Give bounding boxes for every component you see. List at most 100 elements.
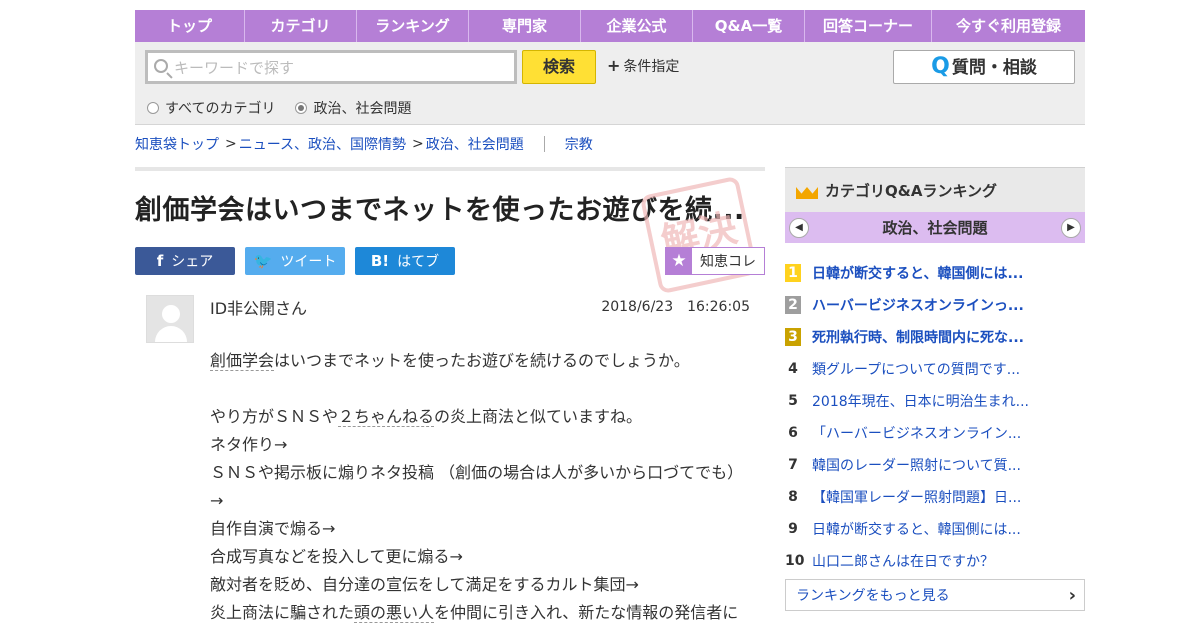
nav-ranking[interactable]: ランキング: [357, 10, 469, 42]
ranking-title: カテゴリQ&Aランキング: [825, 181, 997, 200]
body-line: 敵対者を貶め、自分達の宣伝をして満足をするカルト集団→: [210, 575, 639, 594]
twitter-share-button[interactable]: 🐦 ツイート: [245, 247, 345, 275]
body-text: はいつまでネットを使ったお遊びを続けるのでしょうか。: [274, 351, 690, 370]
keyword-link[interactable]: ２ちゃんねる: [338, 407, 435, 427]
hatena-bookmark-button[interactable]: B! はてブ: [355, 247, 455, 275]
radio-all-categories[interactable]: すべてのカテゴリ: [147, 98, 275, 118]
next-arrow-icon[interactable]: ▶: [1060, 217, 1081, 238]
ranking-item[interactable]: 2 ハーバービジネスオンラインっ...: [785, 289, 1085, 321]
rank-link[interactable]: 日韓が断交すると、韓国側には...: [812, 263, 1023, 283]
user-name: ID非公開さん: [210, 299, 308, 318]
post-date: 2018/6/23 16:26:05: [601, 299, 750, 315]
keyword-link[interactable]: 創価学会: [210, 351, 275, 371]
share-label: はてブ: [397, 254, 440, 270]
breadcrumb-top[interactable]: 知恵袋トップ: [135, 134, 219, 154]
rank-link[interactable]: 「ハーバービジネスオンライン...: [812, 423, 1021, 443]
share-row: f シェア 🐦 ツイート B! はてブ ★ 知恵コレ: [135, 247, 765, 275]
more-ranking-label: ランキングをもっと見る: [796, 588, 950, 604]
rank-number: 8: [788, 489, 798, 505]
body-line-blank: [210, 375, 755, 403]
rank-number: 1: [785, 264, 801, 282]
body-line: 創価学会はいつまでネットを使ったお遊びを続けるのでしょうか。: [210, 347, 755, 375]
crown-icon: [795, 179, 819, 201]
body-text: の炎上商法と似ていますね。: [434, 407, 643, 426]
ranking-item[interactable]: 7 韓国のレーダー照射について質...: [785, 449, 1085, 481]
body-text: やり方がＳＮＳや: [210, 407, 339, 426]
question-main: 解決 創価学会はいつまでネットを使ったお遊びを続... f シェア 🐦 ツイート B…: [135, 167, 765, 623]
question-body: 創価学会はいつまでネットを使ったお遊びを続けるのでしょうか。 やり方がＳＮＳや２…: [210, 347, 755, 627]
rank-link[interactable]: 2018年現在、日本に明治生まれ...: [812, 391, 1029, 411]
rank-link[interactable]: ハーバービジネスオンラインっ...: [812, 295, 1024, 315]
rank-link[interactable]: 死刑執行時、制限時間内に死な...: [812, 327, 1024, 347]
category-scope: すべてのカテゴリ 政治、社会問題: [147, 98, 411, 118]
keyword-link[interactable]: 頭の悪い人: [354, 603, 435, 623]
search-icon: [154, 59, 168, 73]
nav-category[interactable]: カテゴリ: [245, 10, 357, 42]
share-label: ツイート: [280, 254, 337, 270]
hatena-icon: B!: [370, 252, 390, 270]
prev-arrow-icon[interactable]: ◀: [789, 217, 809, 238]
breadcrumb-sep: >: [412, 136, 424, 152]
condition-link[interactable]: + 条件指定: [607, 56, 679, 76]
rank-number: 5: [788, 393, 798, 409]
rank-link[interactable]: 【韓国軍レーダー照射問題】日...: [812, 487, 1021, 507]
radio-dot: [147, 102, 159, 114]
breadcrumb-tag-religion[interactable]: 宗教: [565, 134, 593, 154]
rank-number: 2: [785, 296, 801, 314]
nav-register[interactable]: 今すぐ利用登録: [932, 10, 1085, 42]
star-icon: ★: [666, 248, 692, 274]
share-label: シェア: [171, 254, 214, 270]
ranking-item[interactable]: 6 「ハーバービジネスオンライン...: [785, 417, 1085, 449]
rank-number: 6: [788, 425, 798, 441]
body-line: →: [210, 491, 224, 510]
radio-label: 政治、社会問題: [313, 101, 412, 117]
nav-answer-corner[interactable]: 回答コーナー: [805, 10, 932, 42]
ask-question-button[interactable]: Q 質問・相談: [893, 50, 1075, 84]
radio-dot-selected: [295, 102, 308, 114]
ranking-item[interactable]: 8 【韓国軍レーダー照射問題】日...: [785, 481, 1085, 513]
body-line: 自作自演で煽る→: [210, 519, 336, 538]
body-line: ネタ作り→: [210, 435, 288, 454]
search-button[interactable]: 検索: [522, 50, 596, 84]
question-post: ID非公開さん 2018/6/23 16:26:05 創価学会はいつまでネットを…: [135, 295, 765, 623]
ranking-sidebar: カテゴリQ&Aランキング ◀ 政治、社会問題 ▶ 1 日韓が断交すると、韓国側には…: [785, 167, 1085, 611]
rank-link[interactable]: 日韓が断交すると、韓国側には...: [812, 519, 1021, 539]
ranking-item[interactable]: 5 2018年現在、日本に明治生まれ...: [785, 385, 1085, 417]
rank-link[interactable]: 山口二郎さんは在日ですか？: [812, 551, 994, 571]
page: トップ カテゴリ ランキング 専門家 企業公式 Q&A一覧 回答コーナー 今すぐ…: [135, 10, 1085, 623]
radio-label: すべてのカテゴリ: [165, 101, 276, 117]
breadcrumb-news[interactable]: ニュース、政治、国際情勢: [239, 134, 406, 154]
chiecolle-button[interactable]: ★ 知恵コレ: [665, 247, 765, 275]
rank-link[interactable]: 韓国のレーダー照射について質...: [812, 455, 1021, 475]
ranking-category-bar: ◀ 政治、社会問題 ▶: [785, 212, 1085, 243]
facebook-share-button[interactable]: f シェア: [135, 247, 235, 275]
divider: [135, 167, 765, 171]
nav-official[interactable]: 企業公式: [581, 10, 693, 42]
search-input[interactable]: [174, 56, 504, 80]
ranking-item[interactable]: 1 日韓が断交すると、韓国側には...: [785, 257, 1085, 289]
ranking-item[interactable]: 9 日韓が断交すると、韓国側には...: [785, 513, 1085, 545]
q-icon: Q: [931, 54, 950, 79]
radio-current-category[interactable]: 政治、社会問題: [295, 98, 411, 118]
avatar-body: [155, 326, 187, 342]
condition-label: 条件指定: [623, 59, 680, 75]
nav-experts[interactable]: 専門家: [469, 10, 581, 42]
nav-top[interactable]: トップ: [135, 10, 245, 42]
body-line: ＳＮＳや掲示板に煽りネタ投稿 （創価の場合は人が多いから口づてでも）: [210, 463, 744, 482]
body-line: やり方がＳＮＳや２ちゃんねるの炎上商法と似ていますね。: [210, 403, 755, 431]
more-ranking-link[interactable]: ランキングをもっと見る ›: [785, 579, 1085, 611]
rank-number: 4: [788, 361, 798, 377]
rank-link[interactable]: 類グループについての質問です...: [812, 359, 1020, 379]
ranking-item[interactable]: 4 類グループについての質問です...: [785, 353, 1085, 385]
nav-qa-list[interactable]: Q&A一覧: [693, 10, 805, 42]
breadcrumb-politics[interactable]: 政治、社会問題: [426, 134, 524, 154]
chiecolle-label: 知恵コレ: [700, 254, 756, 270]
ranking-item[interactable]: 3 死刑執行時、制限時間内に死な...: [785, 321, 1085, 353]
body-text: 炎上商法に騙された: [210, 603, 355, 622]
ranking-header: カテゴリQ&Aランキング: [785, 167, 1085, 212]
search-box[interactable]: [145, 50, 517, 84]
chevron-right-icon: ›: [1068, 584, 1076, 606]
ranking-item[interactable]: 10 山口二郎さんは在日ですか？: [785, 545, 1085, 577]
body-text: を仲間に引き入れ、新たな情報の発信者に: [434, 603, 739, 622]
rank-number: 9: [788, 521, 798, 537]
